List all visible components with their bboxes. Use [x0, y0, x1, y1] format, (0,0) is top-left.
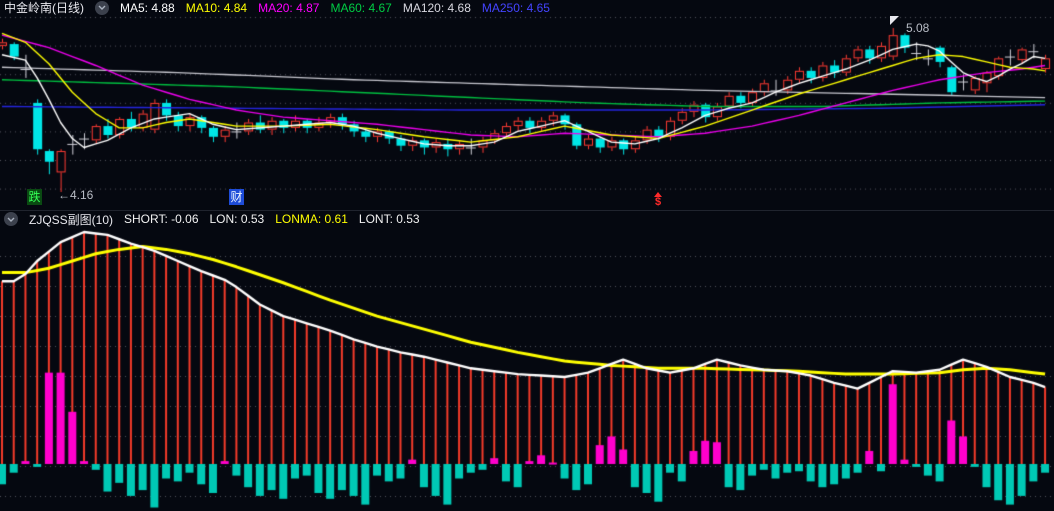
- ma-legend-item: MA250: 4.65: [481, 0, 550, 15]
- indicator-title: ZJQSS副图(10): [29, 212, 114, 227]
- indicator-legend: SHORT: -0.06 LON: 0.53 LONMA: 0.61 LONT: 0.…: [124, 212, 420, 226]
- sub-chart-header: ZJQSS副图(10) SHORT: -0.06 LON: 0.53 LONMA: …: [4, 211, 420, 227]
- ma-legend-item: MA5: 4.88: [120, 0, 175, 15]
- ma-legend-item: MA60: 4.67: [330, 0, 392, 15]
- indicator-legend-item: LON: 0.53: [209, 212, 265, 226]
- high-price-annotation: 5.08: [906, 21, 930, 35]
- low-price-annotation: ←4.16: [58, 188, 94, 202]
- main-chart-canvas[interactable]: [0, 15, 1054, 211]
- indicator-legend-item: LONT: 0.53: [358, 212, 420, 226]
- sub-chart-canvas[interactable]: [0, 228, 1054, 511]
- chevron-down-icon[interactable]: [95, 0, 109, 15]
- indicator-legend-item: SHORT: -0.06: [124, 212, 199, 226]
- indicator-legend-item: LONMA: 0.61: [275, 212, 348, 226]
- marker-cai: 财: [229, 189, 244, 205]
- ma-legend-item: MA120: 4.68: [402, 0, 471, 15]
- cursor-arrow-icon: [890, 16, 899, 25]
- marker-dollar: $: [654, 192, 662, 208]
- chart-panel: 中金岭南(日线) MA5: 4.88 MA10: 4.84 MA20: 4.87 MA…: [0, 0, 1054, 511]
- marker-die: 跌: [27, 189, 42, 205]
- ma-legend: MA5: 4.88 MA10: 4.84 MA20: 4.87 MA60: 4.67 M…: [120, 1, 550, 15]
- ma-legend-item: MA20: 4.87: [258, 0, 320, 15]
- chevron-down-icon[interactable]: [4, 212, 18, 226]
- stock-title: 中金岭南(日线): [4, 1, 84, 15]
- main-chart-header: 中金岭南(日线) MA5: 4.88 MA10: 4.84 MA20: 4.87 MA…: [4, 0, 550, 15]
- ma-legend-item: MA10: 4.84: [185, 0, 248, 15]
